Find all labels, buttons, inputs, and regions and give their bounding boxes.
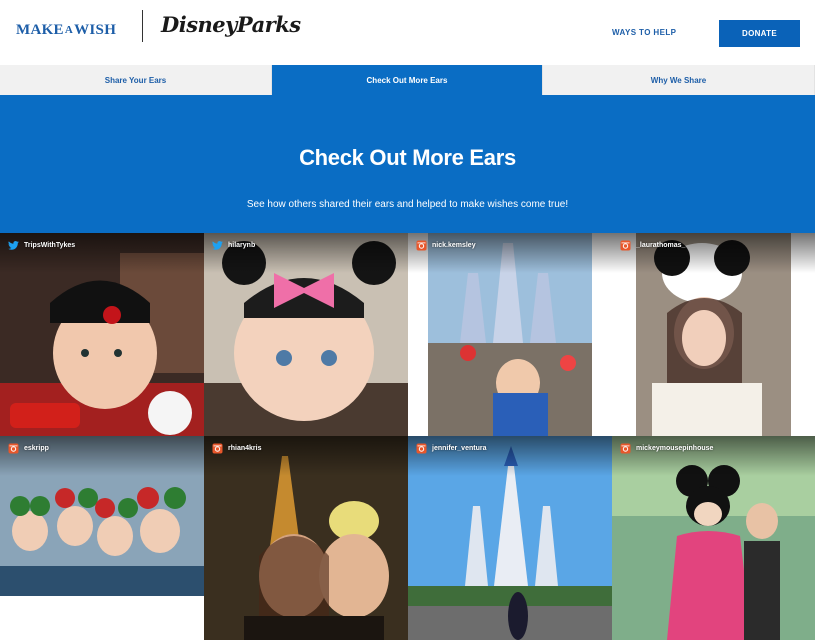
twitter-icon bbox=[8, 240, 19, 251]
post-username: mickeymousepinhouse bbox=[636, 445, 714, 452]
post-username: hilarynb bbox=[228, 242, 256, 249]
photo-tile[interactable]: rhian4kris bbox=[204, 436, 408, 640]
instagram-icon bbox=[416, 240, 427, 251]
post-username: jennifer_ventura bbox=[432, 445, 487, 452]
post-username: TripsWithTykes bbox=[24, 242, 76, 249]
tab-check-out-more-ears[interactable]: Check Out More Ears bbox=[272, 65, 543, 95]
tile-shade bbox=[0, 233, 204, 273]
hero-banner: Check Out More Ears See how others share… bbox=[0, 95, 815, 233]
post-username: eskripp bbox=[24, 445, 49, 452]
photo-tile[interactable]: jennifer_ventura bbox=[408, 436, 612, 640]
section-tabs: Share Your Ears Check Out More Ears Why … bbox=[0, 65, 815, 95]
instagram-icon bbox=[416, 443, 427, 454]
tile-shade bbox=[204, 436, 408, 476]
photo-tile[interactable]: hilarynb bbox=[204, 233, 408, 436]
instagram-icon bbox=[620, 443, 631, 454]
post-label: nick.kemsley bbox=[416, 240, 476, 251]
photo-tile[interactable]: TripsWithTykes bbox=[0, 233, 204, 436]
post-label: rhian4kris bbox=[212, 443, 261, 454]
post-username: _laurathomas_ bbox=[636, 242, 686, 249]
site-header: MAKE A WISH DisneyParks WAYS TO HELP DON… bbox=[0, 0, 815, 65]
photo-tile[interactable]: nick.kemsley bbox=[408, 233, 612, 436]
photo-grid: TripsWithTykes hilarynb nick.kemsley _la… bbox=[0, 233, 815, 640]
tile-shade bbox=[612, 233, 815, 273]
post-label: hilarynb bbox=[212, 240, 255, 251]
make-a-wish-logo[interactable]: MAKE A WISH bbox=[16, 20, 116, 40]
instagram-icon bbox=[620, 240, 631, 251]
logo-divider bbox=[142, 10, 143, 42]
tile-shade bbox=[612, 436, 815, 476]
logo-wish-text: WISH bbox=[74, 21, 117, 38]
disney-parks-logo[interactable]: DisneyParks bbox=[161, 12, 301, 37]
instagram-icon bbox=[212, 443, 223, 454]
logo-a-text: A bbox=[64, 24, 74, 36]
photo-tile[interactable]: mickeymousepinhouse bbox=[612, 436, 815, 640]
post-label: _laurathomas_ bbox=[620, 240, 685, 251]
photo-tile[interactable]: eskripp bbox=[0, 436, 204, 640]
donate-button[interactable]: DONATE bbox=[719, 20, 800, 47]
post-label: jennifer_ventura bbox=[416, 443, 486, 454]
tile-shade bbox=[204, 233, 408, 273]
ways-to-help-link[interactable]: WAYS TO HELP bbox=[612, 28, 676, 37]
post-label: eskripp bbox=[8, 443, 49, 454]
post-label: mickeymousepinhouse bbox=[620, 443, 713, 454]
tile-shade bbox=[0, 436, 204, 476]
instagram-icon bbox=[8, 443, 19, 454]
twitter-icon bbox=[212, 240, 223, 251]
tab-share-your-ears[interactable]: Share Your Ears bbox=[0, 65, 272, 95]
photo-tile[interactable]: _laurathomas_ bbox=[612, 233, 815, 436]
post-label: TripsWithTykes bbox=[8, 240, 75, 251]
tile-shade bbox=[408, 233, 612, 273]
post-username: nick.kemsley bbox=[432, 242, 476, 249]
tab-why-we-share[interactable]: Why We Share bbox=[543, 65, 815, 95]
post-username: rhian4kris bbox=[228, 445, 262, 452]
page-title: Check Out More Ears bbox=[299, 145, 516, 170]
tile-shade bbox=[408, 436, 612, 476]
page-subtitle: See how others shared their ears and hel… bbox=[246, 199, 569, 210]
logo-make-text: MAKE bbox=[16, 21, 64, 38]
